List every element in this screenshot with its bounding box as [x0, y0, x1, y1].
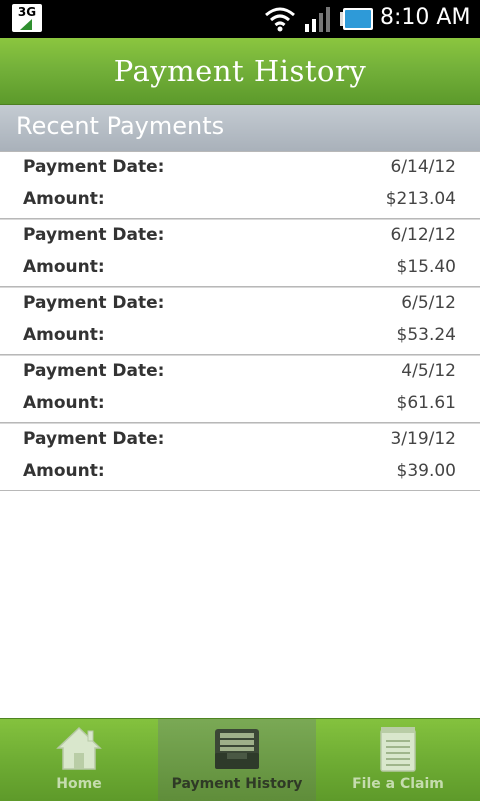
section-header: Recent Payments — [0, 105, 480, 151]
section-title: Recent Payments — [16, 112, 225, 140]
status-bar: 3G 8:10 AM — [0, 0, 480, 38]
tab-payment-history[interactable]: Payment History — [158, 719, 316, 801]
payment-date-value: 4/5/12 — [401, 361, 456, 381]
amount-value: $53.24 — [396, 325, 456, 345]
payment-date-value: 6/12/12 — [390, 225, 456, 245]
app-header: Payment History — [0, 38, 480, 105]
status-clock: 8:10 AM — [380, 5, 471, 30]
network-type-label: 3G — [17, 5, 37, 19]
payment-item[interactable]: Payment Date: 3/19/12 Amount: $39.00 — [0, 423, 480, 491]
wifi-icon — [265, 7, 295, 32]
network-3g-icon: 3G — [12, 4, 42, 32]
payment-item[interactable]: Payment Date: 4/5/12 Amount: $61.61 — [0, 355, 480, 423]
amount-value: $213.04 — [385, 189, 456, 209]
inbox-tray-icon — [215, 729, 259, 769]
tab-home-label: Home — [56, 776, 102, 792]
signal-icon — [305, 7, 330, 32]
tab-file-a-claim-label: File a Claim — [352, 776, 444, 792]
home-icon — [56, 726, 102, 770]
page-title: Payment History — [113, 54, 367, 88]
payment-date-value: 3/19/12 — [390, 429, 456, 449]
payment-list: Payment Date: 6/14/12 Amount: $213.04 Pa… — [0, 151, 480, 491]
payment-date-label: Payment Date: — [23, 225, 165, 245]
battery-icon — [340, 8, 373, 30]
tab-payment-history-label: Payment History — [171, 776, 303, 792]
amount-value: $15.40 — [396, 257, 456, 277]
payment-date-label: Payment Date: — [23, 157, 165, 177]
amount-label: Amount: — [23, 393, 105, 413]
payment-date-label: Payment Date: — [23, 361, 165, 381]
payment-date-label: Payment Date: — [23, 429, 165, 449]
payment-item[interactable]: Payment Date: 6/14/12 Amount: $213.04 — [0, 151, 480, 219]
payment-date-label: Payment Date: — [23, 293, 165, 313]
payment-item[interactable]: Payment Date: 6/12/12 Amount: $15.40 — [0, 219, 480, 287]
amount-value: $61.61 — [396, 393, 456, 413]
payment-item[interactable]: Payment Date: 6/5/12 Amount: $53.24 — [0, 287, 480, 355]
tab-home[interactable]: Home — [0, 719, 158, 801]
amount-label: Amount: — [23, 461, 105, 481]
amount-label: Amount: — [23, 189, 105, 209]
amount-value: $39.00 — [396, 461, 456, 481]
payment-date-value: 6/14/12 — [390, 157, 456, 177]
payment-date-value: 6/5/12 — [401, 293, 456, 313]
amount-label: Amount: — [23, 325, 105, 345]
tab-file-a-claim[interactable]: File a Claim — [316, 719, 480, 801]
bottom-tab-bar: Home Payment History File a Claim — [0, 718, 480, 801]
notepad-icon — [380, 727, 416, 772]
amount-label: Amount: — [23, 257, 105, 277]
